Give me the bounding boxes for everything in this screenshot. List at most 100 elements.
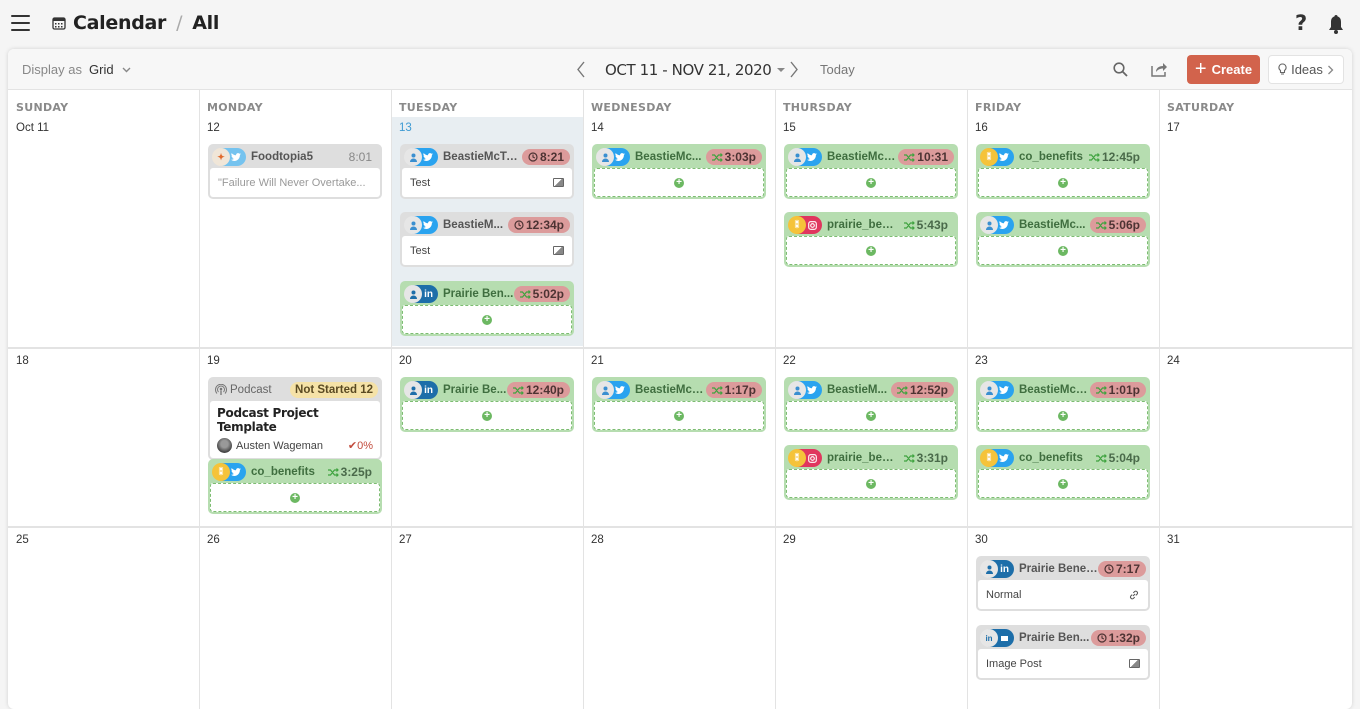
post-card[interactable]: BeastieMcT... 10:31 + [784,144,958,199]
add-content-slot[interactable]: + [978,401,1148,430]
post-card[interactable]: in Prairie Be... 12:40p + [400,377,574,432]
post-time: 1:32p [1090,630,1146,646]
today-button[interactable]: Today [820,62,855,77]
post-text: "Failure Will Never Overtake... [218,176,366,189]
progress-value: 0% [357,440,373,452]
account-avatars: ⁑ [212,463,248,481]
previous-range-button[interactable] [576,61,586,78]
add-icon: + [482,314,492,325]
image-icon [553,178,564,187]
share-icon[interactable] [1151,61,1168,77]
brand-avatar-icon: ⁑ [788,449,806,467]
day-number: 23 [975,355,988,367]
time-value: 12:52p [909,383,948,397]
user-avatar-icon [404,381,422,399]
account-name: BeastieMcT... [635,384,706,396]
post-card[interactable]: in Prairie Benef... 7:17 Normal [976,556,1150,611]
add-content-slot[interactable]: + [210,483,380,512]
day-number: 18 [16,355,29,367]
weekday-header: TUESDAY [399,101,458,114]
time-value: 12:45p [1101,150,1140,164]
breadcrumb: Calendar / All [52,12,219,34]
account-avatars: ⁑ [980,148,1016,166]
post-card[interactable]: ⁑ prairie_ben... 5:43p + [784,212,958,267]
add-content-slot[interactable]: + [786,401,956,430]
add-content-slot[interactable]: + [594,168,764,197]
time-value: 12:34p [525,218,564,232]
user-avatar-icon [596,381,614,399]
post-card[interactable]: BeastieMcT... 1:17p + [592,377,766,432]
podcast-icon [215,384,227,395]
time-value: 3:03p [724,150,756,164]
user-avatar-icon [980,560,998,578]
search-icon[interactable] [1113,62,1128,77]
menu-icon[interactable] [11,15,30,32]
post-time: 5:02p [513,286,570,302]
account-name: BeastieMcTest [443,151,522,163]
breadcrumb-calendar[interactable]: Calendar [73,12,166,34]
post-card[interactable]: ✦ Foodtopia5 8:01 "Failure Will Never Ov… [208,144,382,199]
assignee-name: Austen Wageman [236,439,324,452]
date-range-picker[interactable]: OCT 11 - NOV 21, 2020 [605,61,786,79]
post-card[interactable]: in Prairie Ben... 5:02p + [400,281,574,336]
display-as-dropdown[interactable]: Grid [89,62,131,77]
account-name: BeastieMc... [1019,219,1086,231]
help-icon[interactable]: ? [1295,11,1307,35]
weekday-header: FRIDAY [975,101,1022,114]
post-time: 7:17 [1097,561,1146,577]
project-card[interactable]: Podcast Not Started 12 Podcast Project T… [208,377,382,460]
next-range-button[interactable] [789,61,799,78]
post-card[interactable]: ⁑ co_benefits 3:25p + [208,459,382,514]
post-time: 12:45p [1083,149,1146,165]
day-number-today: 13 [399,122,412,134]
account-avatars: ✦ [212,148,248,166]
image-icon [1129,659,1140,668]
weekday-header: SATURDAY [1167,101,1235,114]
bell-icon[interactable] [1327,14,1345,34]
display-as-label: Display as [22,62,82,77]
date-range-label: OCT 11 - NOV 21, 2020 [605,61,772,79]
post-card[interactable]: BeastieMcT... 1:01p + [976,377,1150,432]
post-card[interactable]: BeastieM... 12:34p Test [400,212,574,267]
add-content-slot[interactable]: + [978,469,1148,498]
post-card[interactable]: BeastieMc... 3:03p + [592,144,766,199]
add-content-slot[interactable]: + [786,469,956,498]
account-name: prairie_bene... [827,452,898,464]
post-time: 1:01p [1089,382,1146,398]
post-time: 10:31 [898,149,954,165]
post-time: 12:52p [890,382,954,398]
add-content-slot[interactable]: + [978,168,1148,197]
add-content-slot[interactable]: + [978,236,1148,265]
post-card[interactable]: in Prairie Ben... 1:32p Image Post [976,625,1150,680]
add-content-slot[interactable]: + [786,168,956,197]
post-card[interactable]: BeastieMcTest 8:21 Test [400,144,574,199]
add-content-slot[interactable]: + [402,401,572,430]
account-avatars [788,381,824,399]
day-number: 31 [1167,534,1180,546]
post-card[interactable]: ⁑ prairie_bene... 3:31p + [784,445,958,500]
user-avatar-icon [596,148,614,166]
add-content-slot[interactable]: + [402,305,572,334]
add-content-slot[interactable]: + [786,236,956,265]
shuffle-icon [904,152,916,162]
user-avatar-icon [788,148,806,166]
display-as-value: Grid [89,62,114,77]
account-avatars: ⁑ [980,449,1016,467]
calendar-icon [52,17,66,30]
user-avatar-icon [980,381,998,399]
weekday-header: WEDNESDAY [591,101,672,114]
account-name: Prairie Be... [443,384,507,396]
post-card[interactable]: BeastieMc... 5:06p + [976,212,1150,267]
create-button[interactable]: + Create [1187,55,1260,84]
account-name: Foodtopia5 [251,151,313,163]
add-icon: + [866,478,876,489]
post-card[interactable]: ⁑ co_benefits 5:04p + [976,445,1150,500]
post-card[interactable]: ⁑ co_benefits 12:45p + [976,144,1150,199]
brand-avatar-icon: ⁑ [212,463,230,481]
post-card[interactable]: BeastieM... 12:52p + [784,377,958,432]
breadcrumb-all: All [192,12,220,34]
time-value: 1:17p [724,383,756,397]
add-content-slot[interactable]: + [594,401,764,430]
ideas-button[interactable]: Ideas [1268,55,1344,84]
breadcrumb-separator: / [176,12,183,34]
